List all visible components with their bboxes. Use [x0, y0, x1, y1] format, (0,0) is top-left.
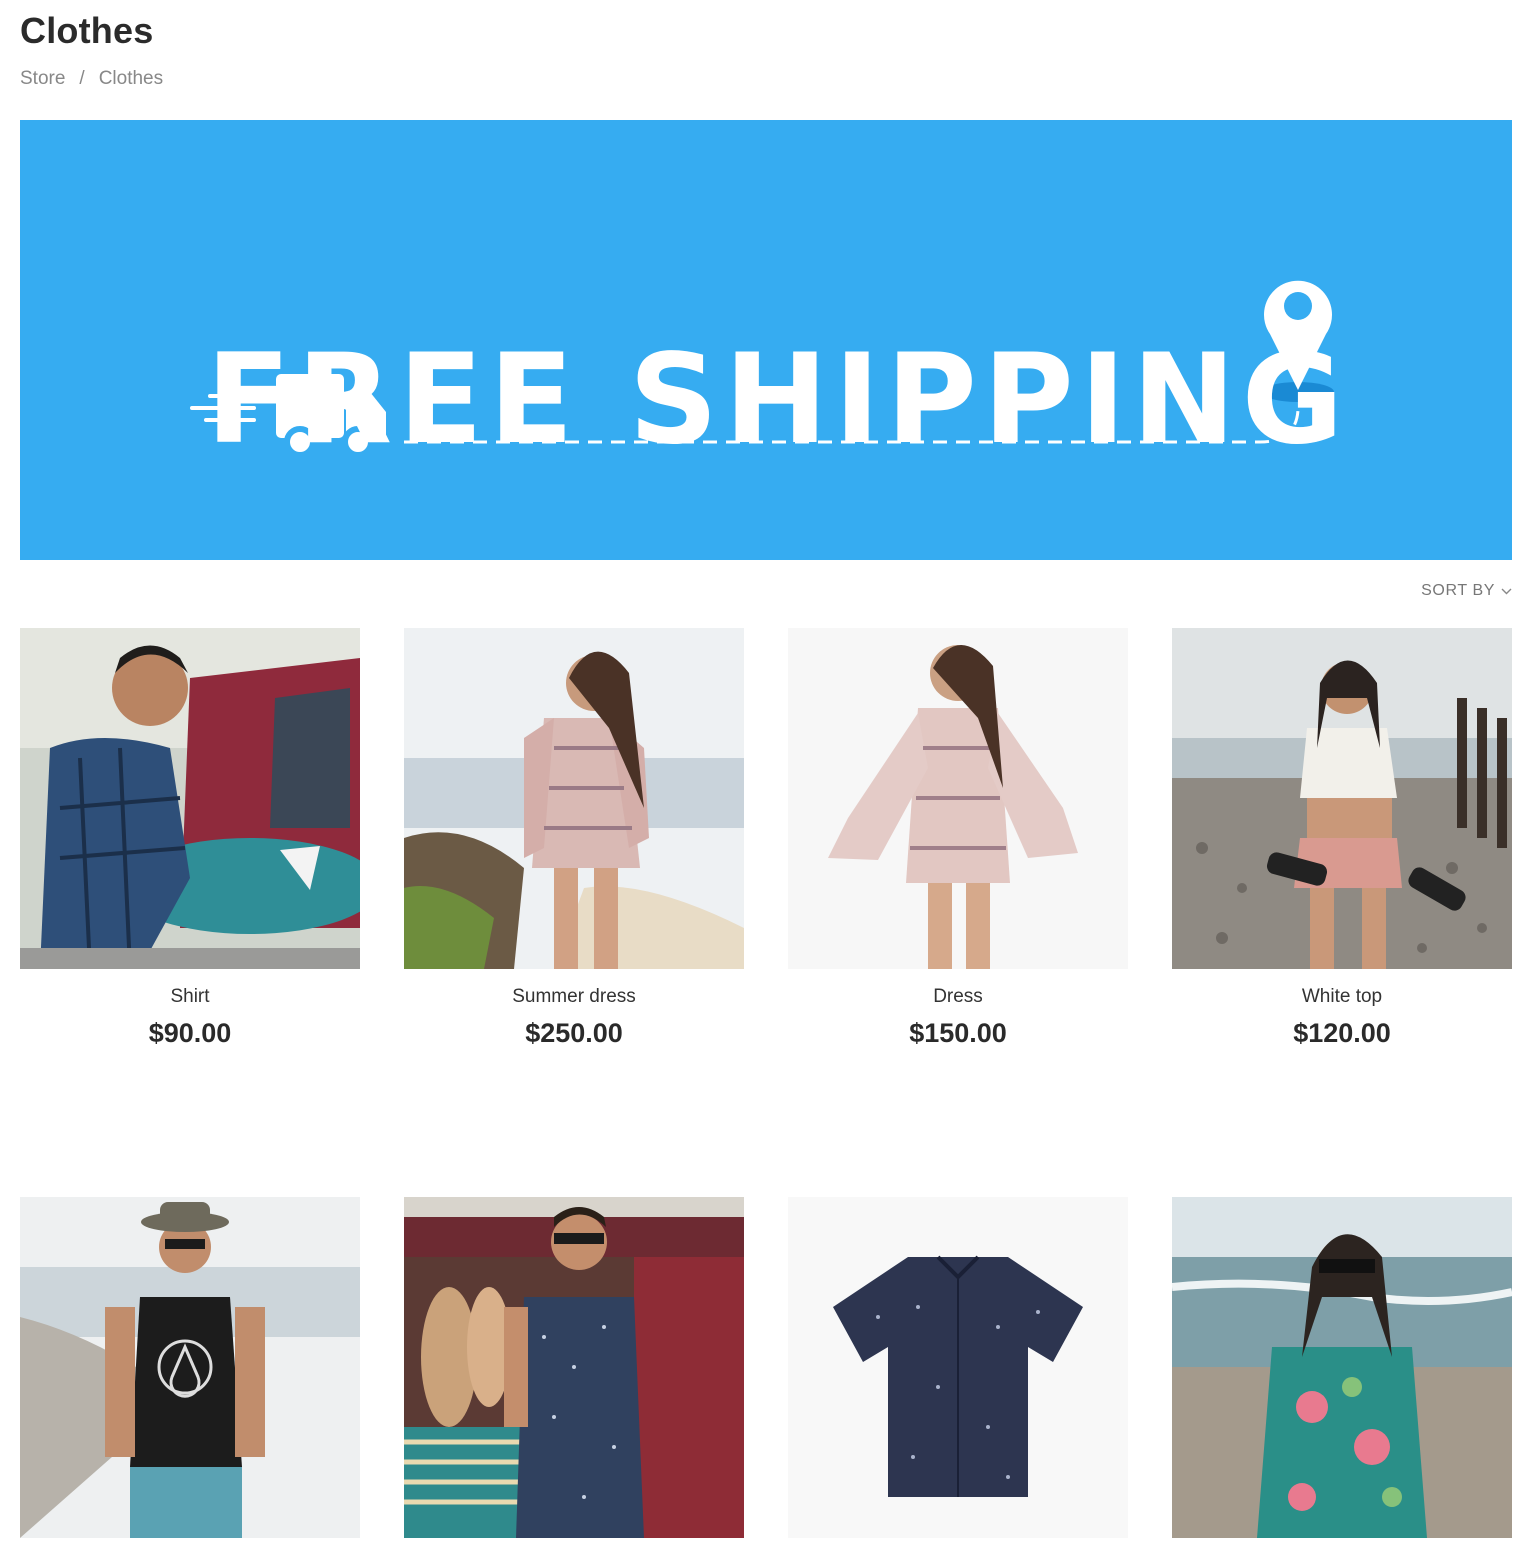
- product-price: $120.00: [1293, 1018, 1391, 1048]
- product-image[interactable]: [1172, 628, 1512, 969]
- product-card[interactable]: Summer dress $250.00: [404, 628, 744, 1049]
- product-card[interactable]: [20, 1197, 360, 1555]
- breadcrumb-separator: /: [79, 68, 85, 89]
- product-name[interactable]: White top: [1172, 986, 1512, 1008]
- free-shipping-banner[interactable]: FREE SHIPPING: [20, 120, 1512, 560]
- breadcrumb-clothes-link[interactable]: Clothes: [99, 68, 163, 90]
- product-image[interactable]: [404, 1197, 744, 1538]
- product-price: $90.00: [148, 1018, 232, 1048]
- product-image[interactable]: [20, 628, 360, 969]
- product-card[interactable]: [1172, 1197, 1512, 1555]
- product-card[interactable]: White top $120.00: [1172, 628, 1512, 1049]
- product-name[interactable]: Shirt: [20, 986, 360, 1008]
- product-image[interactable]: [1172, 1197, 1512, 1538]
- product-price: $250.00: [525, 1018, 623, 1048]
- sort-by-label: SORT BY: [1421, 582, 1495, 599]
- sort-by-dropdown[interactable]: SORT BY: [1421, 582, 1512, 600]
- product-name[interactable]: Dress: [788, 986, 1128, 1008]
- product-card[interactable]: Dress $150.00: [788, 628, 1128, 1049]
- page-title: Clothes: [20, 10, 154, 51]
- product-image[interactable]: [788, 628, 1128, 969]
- product-card[interactable]: [404, 1197, 744, 1555]
- product-image[interactable]: [404, 628, 744, 969]
- breadcrumb-store-link[interactable]: Store: [20, 68, 65, 90]
- product-price: $150.00: [909, 1018, 1007, 1048]
- product-image[interactable]: [788, 1197, 1128, 1538]
- product-image[interactable]: [20, 1197, 360, 1538]
- product-name[interactable]: Summer dress: [404, 986, 744, 1008]
- banner-text: FREE SHIPPING: [206, 328, 1350, 472]
- breadcrumb: Store / Clothes: [20, 68, 163, 90]
- product-card[interactable]: [788, 1197, 1128, 1555]
- product-grid: Shirt $90.00 Summer dress $250.00 Dress …: [20, 628, 1512, 1555]
- chevron-down-icon: [1501, 588, 1512, 594]
- product-card[interactable]: Shirt $90.00: [20, 628, 360, 1049]
